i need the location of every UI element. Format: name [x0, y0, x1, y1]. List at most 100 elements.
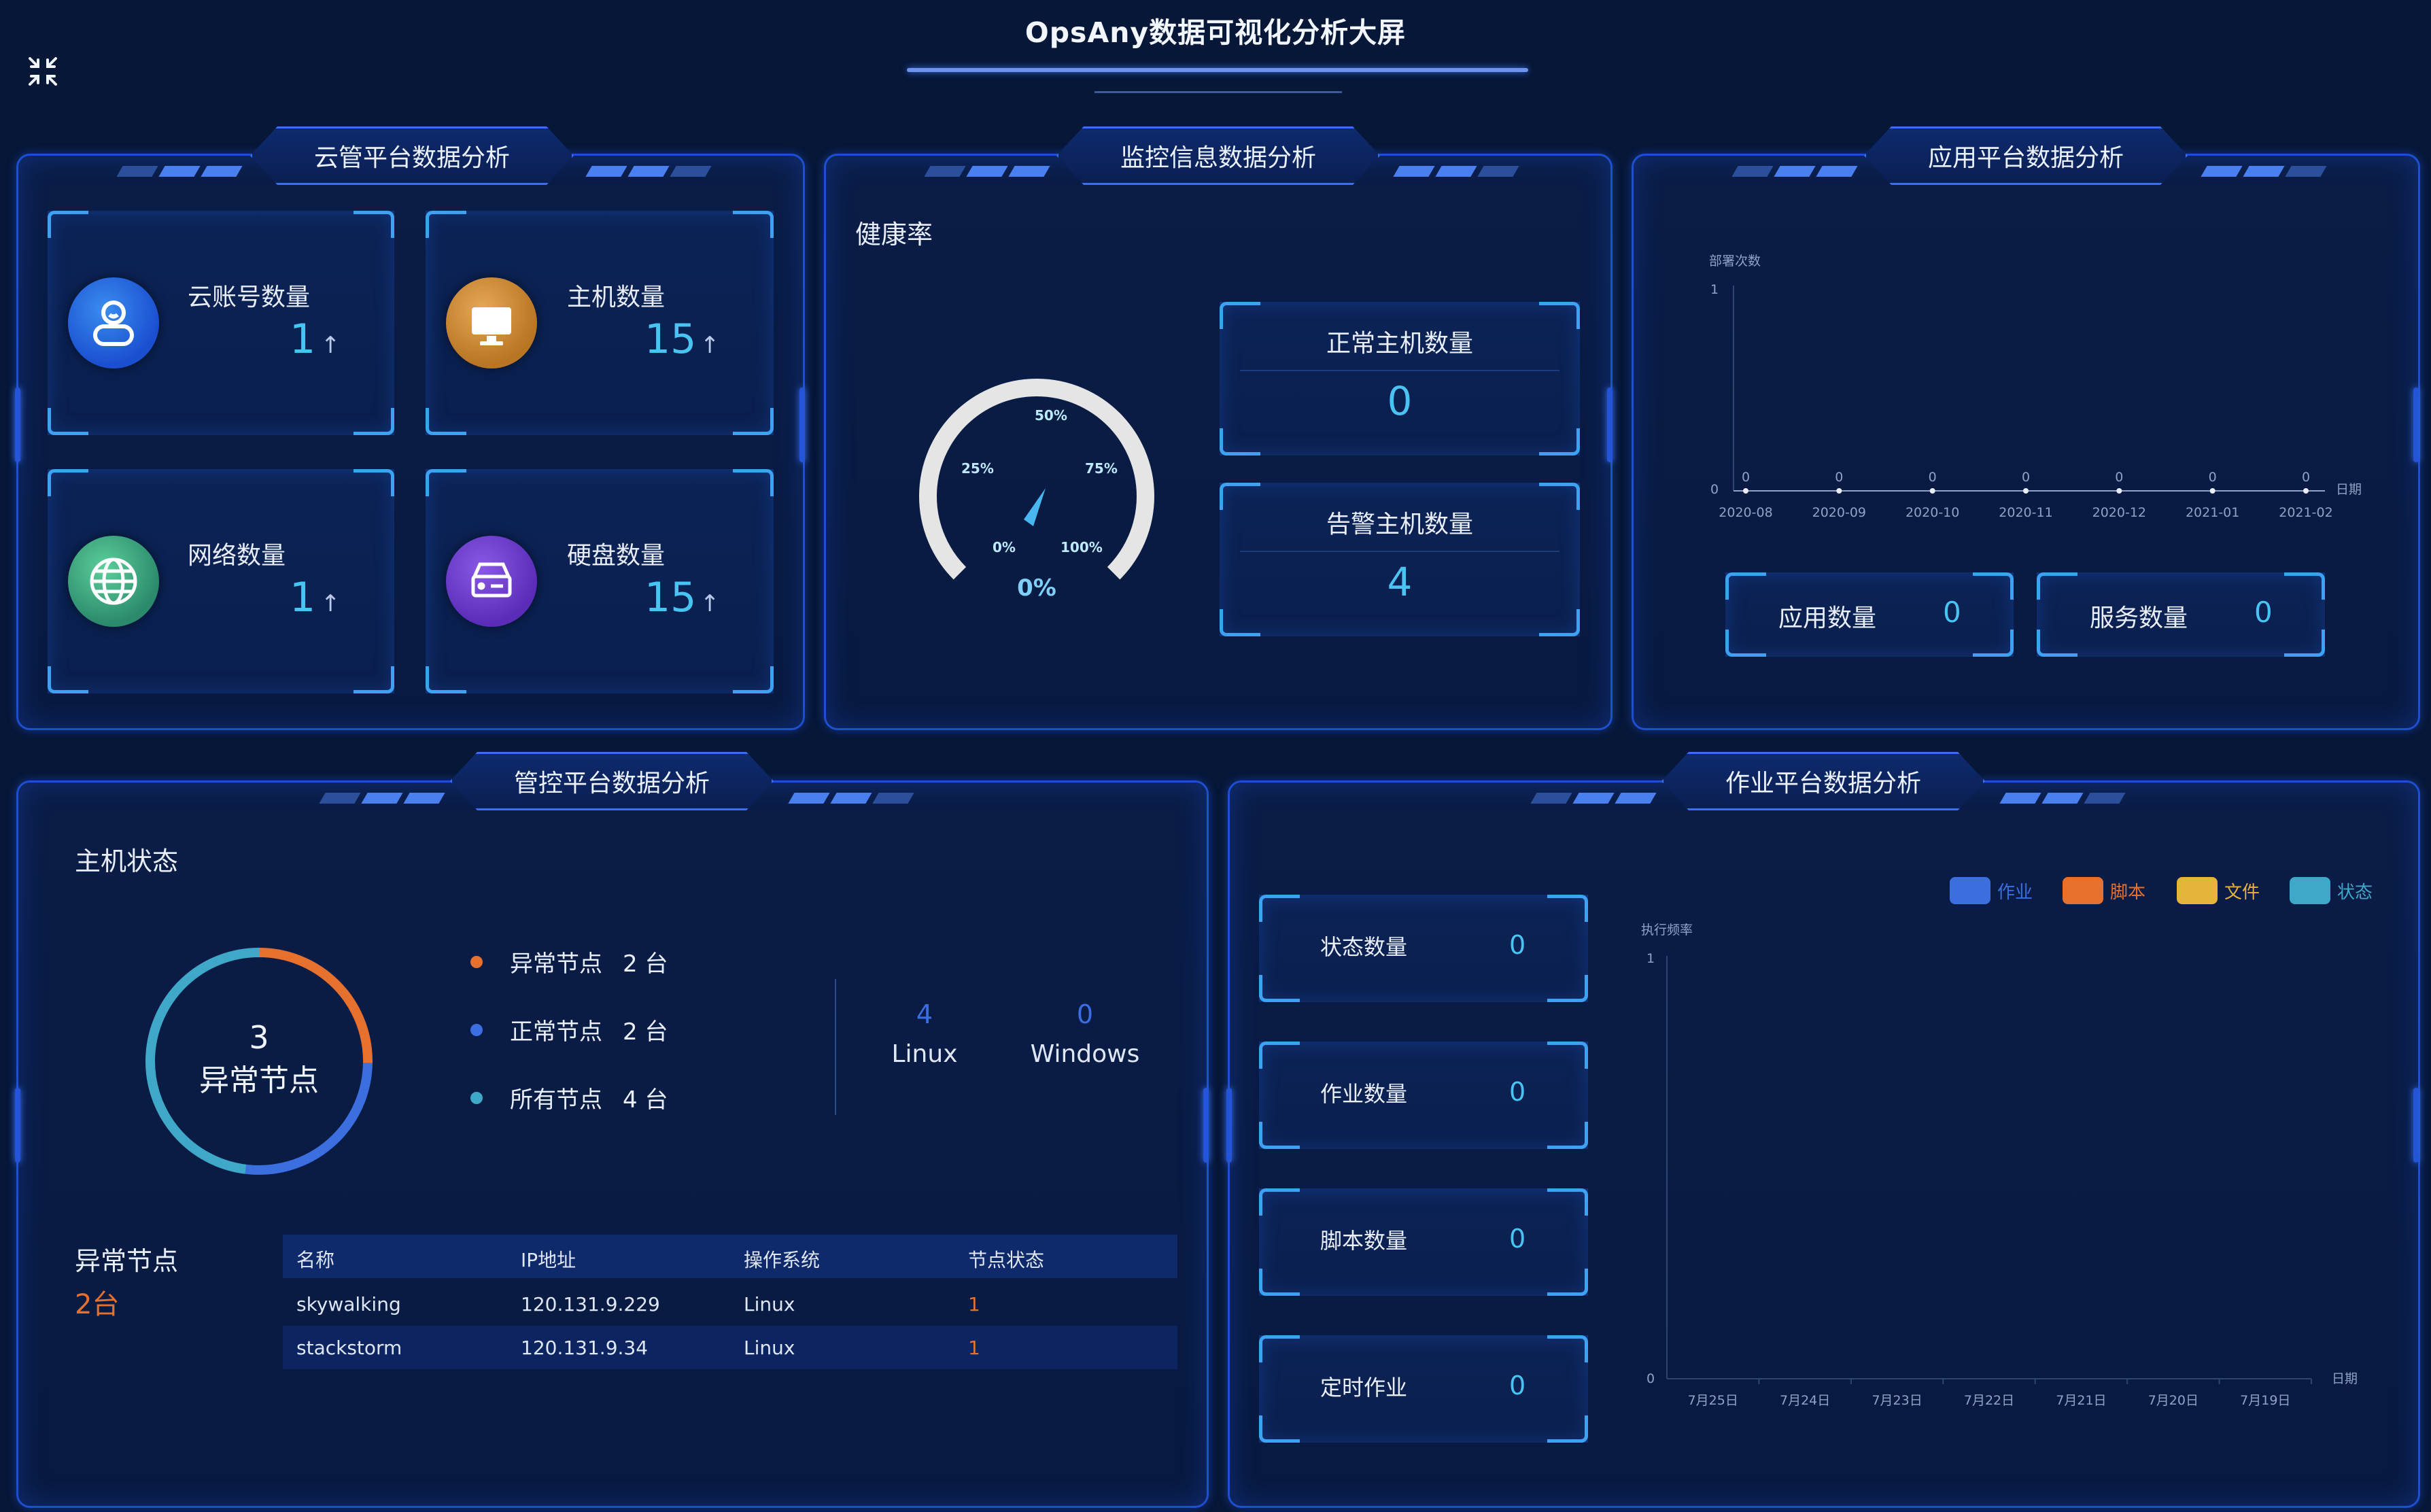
exit-fullscreen-icon[interactable] [27, 56, 58, 87]
y-tick-label: 0 [1710, 482, 1719, 497]
legend-item-file[interactable]: 文件 [2177, 877, 2260, 904]
gauge-tick-label: 25% [961, 460, 994, 477]
data-point [1929, 488, 1935, 494]
legend-item-script[interactable]: 脚本 [2063, 877, 2145, 904]
stat-card-cloud-accounts[interactable]: 云账号数量 1 ↑ [48, 211, 394, 435]
normal-hosts-label: 正常主机数量 [1326, 330, 1473, 358]
job-panel-tab[interactable]: 作业平台数据分析 [1661, 752, 1985, 810]
gauge-tick-label: 50% [1035, 407, 1067, 424]
stat-card-disks[interactable]: 硬盘数量 15 ↑ [426, 469, 774, 693]
stat-value: 15 [644, 574, 697, 621]
panel-side-marker [15, 388, 20, 462]
job-stat-card[interactable]: 定时作业 0 [1259, 1335, 1588, 1443]
panel-side-marker [15, 1088, 20, 1163]
cell-os: Linux [744, 1293, 795, 1316]
legend-dot [470, 1091, 483, 1104]
cell-ip: 120.131.9.229 [521, 1293, 660, 1316]
x-tick-label: 2020-09 [1812, 505, 1866, 520]
panel-side-marker [2413, 1088, 2419, 1163]
point-label: 0 [1835, 470, 1843, 485]
panel-side-marker [2413, 388, 2419, 462]
data-point [2303, 488, 2309, 494]
manage-panel-tab[interactable]: 管控平台数据分析 [450, 752, 774, 810]
legend-item-status[interactable]: 状态 [2290, 877, 2373, 904]
x-tick-label: 2020-10 [1906, 505, 1959, 520]
manage-panel-title: 管控平台数据分析 [513, 770, 710, 797]
trend-up-icon: ↑ [700, 332, 720, 359]
title-underline-secondary [1094, 91, 1342, 93]
column-header: 名称 [296, 1249, 335, 1271]
stat-label: 网络数量 [188, 542, 286, 570]
cloud-panel-tab[interactable]: 云管平台数据分析 [250, 126, 574, 185]
table-row[interactable]: stackstorm 120.131.9.34 Linux 1 [283, 1326, 1177, 1369]
divider [1240, 370, 1559, 371]
app-count-card[interactable]: 应用数量 0 [1725, 572, 2014, 657]
legend-all-nodes: 所有节点 4 台 [470, 1081, 668, 1114]
cloud-panel-title: 云管平台数据分析 [313, 144, 510, 172]
app-panel-tab[interactable]: 应用平台数据分析 [1864, 126, 2188, 185]
deploy-line-chart: 部署次数 1 0 日期 02020-0802020-0902020-100202… [1709, 254, 2362, 520]
job-stat-value: 0 [1509, 1077, 1526, 1107]
tab-decoration-left [319, 793, 445, 805]
service-count-card[interactable]: 服务数量 0 [2037, 572, 2325, 657]
stat-label: 硬盘数量 [567, 542, 666, 570]
title-underline [907, 68, 1528, 72]
service-count-label: 服务数量 [2090, 604, 2188, 632]
y-axis-label: 部署次数 [1709, 254, 1761, 269]
legend-item-job[interactable]: 作业 [1950, 877, 2033, 904]
job-frequency-chart: 执行频率 1 0 日期 7月25日 7月24日 7月23日 7月22日 7月21日 7月2… [1641, 923, 2358, 1408]
stat-card-networks[interactable]: 网络数量 1 ↑ [48, 469, 394, 693]
cell-status: 1 [968, 1337, 980, 1359]
stat-label: 云账号数量 [188, 284, 311, 311]
y-tick-label: 1 [1710, 282, 1719, 297]
alert-hosts-card[interactable]: 告警主机数量 4 [1220, 483, 1580, 636]
column-header: 节点状态 [968, 1249, 1045, 1271]
job-stat-value: 0 [1509, 1371, 1526, 1401]
data-point [1743, 488, 1748, 494]
abnormal-nodes-label: 异常节点 [75, 1246, 179, 1276]
legend-swatch [2063, 877, 2103, 904]
disk-icon [446, 536, 537, 627]
x-tick-label: 7月21日 [2056, 1393, 2106, 1408]
x-tick-label: 2020-12 [2092, 505, 2146, 520]
point-label: 0 [1929, 470, 1937, 485]
trend-up-icon: ↑ [321, 332, 341, 359]
table-header: 名称 IP地址 操作系统 节点状态 [283, 1235, 1177, 1278]
x-tick-label: 2020-11 [1999, 505, 2052, 520]
legend-dot [470, 1023, 483, 1036]
cell-name: skywalking [296, 1293, 401, 1316]
monitor-panel-title: 监控信息数据分析 [1120, 144, 1316, 172]
x-tick-label: 7月19日 [2240, 1393, 2290, 1408]
panel-side-marker [1607, 388, 1613, 462]
stat-card-hosts[interactable]: 主机数量 15 ↑ [426, 211, 774, 435]
panel-side-marker [799, 388, 805, 462]
trend-up-icon: ↑ [321, 590, 341, 617]
job-stat-card[interactable]: 状态数量 0 [1259, 895, 1588, 1002]
data-point [2209, 488, 2216, 494]
point-label: 0 [2115, 470, 2123, 485]
job-stat-card[interactable]: 脚本数量 0 [1259, 1188, 1588, 1296]
y-tick-label: 1 [1646, 951, 1655, 966]
x-tick-label: 2021-01 [2186, 505, 2239, 520]
cell-os: Linux [744, 1337, 795, 1359]
job-stat-label: 脚本数量 [1320, 1228, 1408, 1254]
tab-decoration-left [116, 166, 243, 178]
x-tick-label: 7月25日 [1688, 1393, 1738, 1408]
app-count-label: 应用数量 [1778, 604, 1877, 632]
job-stat-card[interactable]: 作业数量 0 [1259, 1042, 1588, 1149]
normal-hosts-card[interactable]: 正常主机数量 0 [1220, 302, 1580, 456]
data-point [2116, 488, 2122, 494]
point-label: 0 [2022, 470, 2030, 485]
stat-value: 15 [644, 315, 697, 363]
x-tick-label: 7月24日 [1780, 1393, 1830, 1408]
table-row[interactable]: skywalking 120.131.9.229 Linux 1 [283, 1282, 1177, 1326]
x-tick-label: 7月23日 [1872, 1393, 1922, 1408]
divider [1240, 551, 1559, 552]
monitor-panel-tab[interactable]: 监控信息数据分析 [1056, 126, 1380, 185]
alert-hosts-label: 告警主机数量 [1326, 511, 1473, 538]
abnormal-nodes-count: 2台 [75, 1289, 120, 1320]
tab-decoration-left [1530, 793, 1657, 805]
legend-abnormal-nodes: 异常节点 2 台 [470, 945, 668, 978]
tab-decoration-right [585, 166, 712, 178]
trend-up-icon: ↑ [700, 590, 720, 617]
